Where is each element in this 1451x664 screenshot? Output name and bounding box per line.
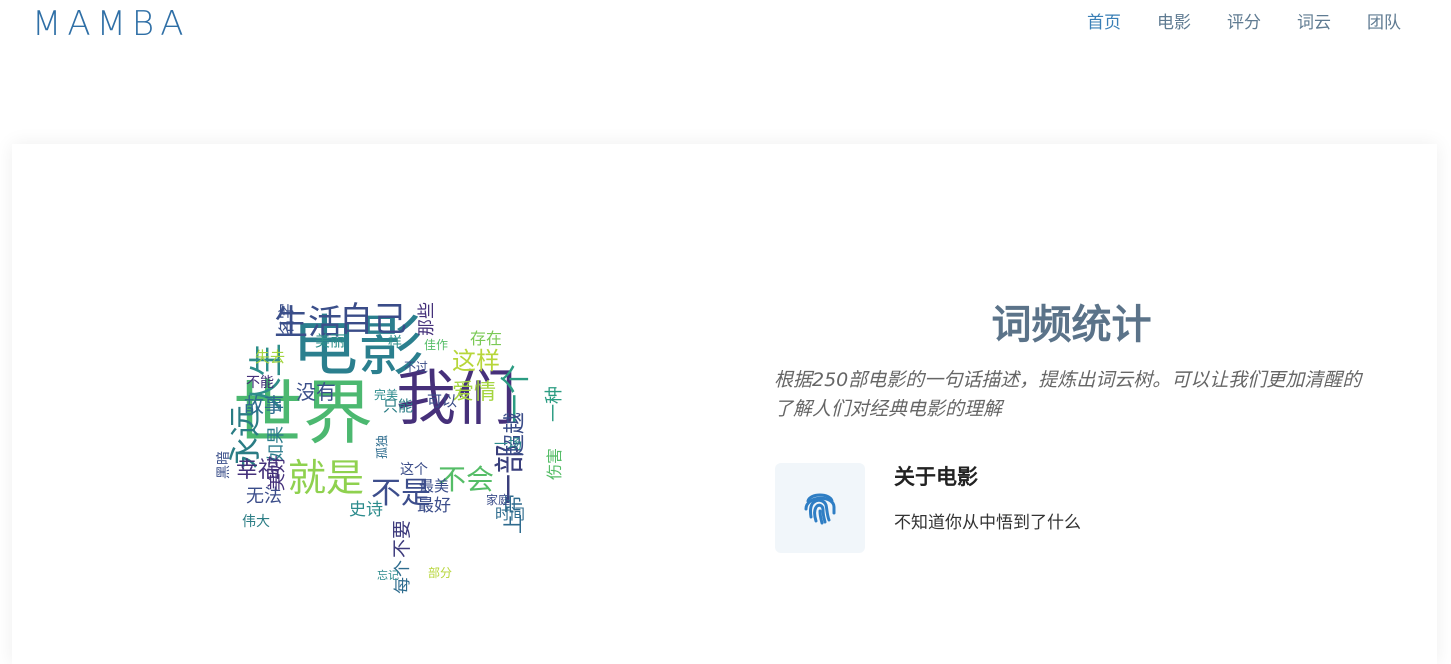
nav-item-ratings[interactable]: 评分 (1209, 11, 1279, 35)
section-title: 词频统计 (991, 302, 1152, 348)
wordcloud-word: 存在 (470, 329, 502, 348)
feature-icon-box (775, 463, 865, 553)
wordcloud-word: 故事 (244, 393, 284, 417)
section-description: 根据250部电影的一句话描述，提炼出词云树。可以让我们更加清醒的了解人们对经典电… (774, 369, 1362, 420)
wordcloud-word: 最好 (417, 496, 451, 516)
wordcloud-word: 一样 (374, 335, 402, 351)
nav-item-team[interactable]: 团队 (1349, 11, 1419, 35)
feature-text: 不知道你从中悟到了什么 (894, 513, 1081, 533)
wordcloud-word: 最美 (419, 477, 449, 495)
wordcloud-section-card: 电影 世界 我们 人生 永远 生活 自己 一个 就是 不是 不会 一部 这样 爱情 幸福 故事 没有 存在 超越 上帝… (12, 144, 1437, 664)
wordcloud-word: 就是 (288, 456, 364, 500)
wordcloud-word: 失去 (255, 348, 285, 366)
fingerprint-icon (802, 487, 838, 529)
top-navbar: MAMBA 首页 电影 评分 词云 团队 (0, 0, 1451, 60)
wordcloud-word: 伟大 (242, 514, 270, 530)
wordcloud-word: 黑暗 (216, 451, 232, 479)
feature-title: 关于电影 (894, 465, 978, 489)
wordcloud-word: 这个 (400, 461, 428, 478)
wordcloud-word: 完美 (374, 387, 398, 402)
wordcloud-word: 名字 (277, 303, 296, 335)
nav-item-wordcloud[interactable]: 词云 (1279, 11, 1349, 35)
wordcloud-word: 美好 (267, 455, 288, 491)
wordcloud-word: 伤害 (545, 448, 564, 480)
wordcloud-word: 不能 (246, 375, 274, 391)
nav-item-home[interactable]: 首页 (1069, 11, 1139, 35)
wordcloud-word: 不要 (391, 520, 413, 558)
wordcloud-word: 自己 (339, 300, 407, 340)
wordcloud-word: 忘记 (377, 568, 399, 582)
wordcloud-word: 一场 (494, 437, 522, 453)
wordcloud-word: 时间 (495, 505, 525, 523)
nav-item-movies[interactable]: 电影 (1139, 11, 1209, 35)
wordcloud-word: 家庭 (486, 492, 510, 507)
wordcloud-word: 一种 (544, 386, 565, 422)
wordcloud-word: 可以 (427, 392, 457, 410)
brand-logo[interactable]: MAMBA (32, 4, 189, 44)
wordcloud-word: 部分 (428, 565, 452, 580)
wordcloud-word: 爱情 (452, 380, 496, 405)
main-nav: 首页 电影 评分 词云 团队 (1069, 11, 1419, 35)
wordcloud-word: 史诗 (349, 500, 383, 520)
wordcloud-word: 不过 (404, 360, 428, 374)
wordcloud-word: 没有 (296, 380, 336, 404)
wordcloud-tree-image: 电影世界 我们人生永远生活自己一个就是 不是 不会一部这样爱情幸福故事没有存在超越上帝… (216, 300, 565, 594)
wordcloud-word: 那些 (417, 302, 437, 336)
wordcloud-word: 孤独 (375, 435, 389, 459)
wordcloud-word: 佳作 (424, 338, 448, 352)
wordcloud-word: 这样 (452, 347, 500, 375)
wordcloud-word: 美丽 (315, 332, 345, 350)
